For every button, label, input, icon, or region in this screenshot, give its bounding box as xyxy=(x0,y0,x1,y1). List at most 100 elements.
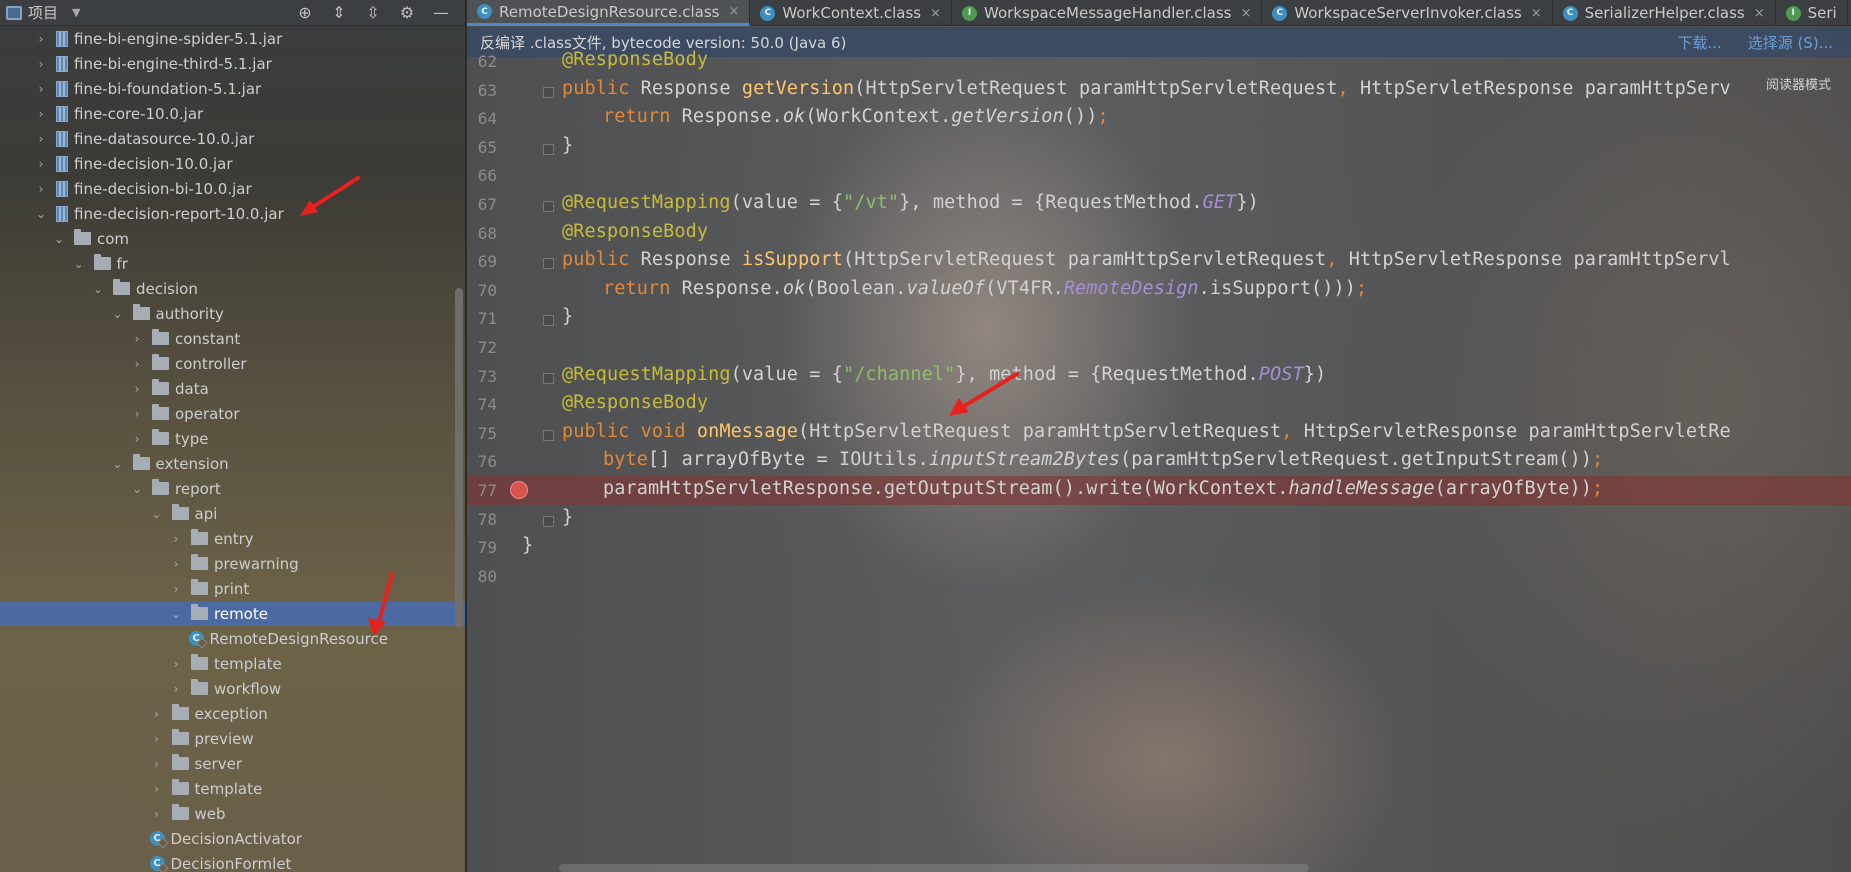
chevron-right-icon[interactable]: › xyxy=(150,707,164,721)
tree-item-decisionactivator[interactable]: ›CDecisionActivator xyxy=(0,826,465,851)
tree-item-server[interactable]: › server xyxy=(0,751,465,776)
tree-item-controller[interactable]: › controller xyxy=(0,351,465,376)
code-line[interactable]: paramHttpServletResponse.getOutputStream… xyxy=(603,478,1603,499)
project-scrollbar[interactable] xyxy=(455,288,463,628)
code-line[interactable]: public Response isSupport(HttpServletReq… xyxy=(562,249,1731,270)
code-line[interactable]: @RequestMapping(value = {"/vt"}, method … xyxy=(562,192,1259,213)
gear-icon[interactable]: ⚙ xyxy=(397,3,417,23)
chevron-down-icon[interactable]: ⌄ xyxy=(111,457,125,471)
chevron-right-icon[interactable]: › xyxy=(34,32,48,46)
code-line[interactable]: @ResponseBody xyxy=(562,392,708,413)
chevron-down-icon[interactable]: ⌄ xyxy=(111,307,125,321)
close-icon[interactable]: × xyxy=(1240,6,1251,21)
tree-item-authority[interactable]: ⌄ authority xyxy=(0,301,465,326)
code-line[interactable]: public void onMessage(HttpServletRequest… xyxy=(562,421,1731,442)
chevron-right-icon[interactable]: › xyxy=(34,132,48,146)
tree-item-print[interactable]: › print xyxy=(0,576,465,601)
close-icon[interactable]: × xyxy=(1531,6,1542,21)
chevron-right-icon[interactable]: › xyxy=(169,682,183,696)
horizontal-scrollbar[interactable] xyxy=(559,864,1309,872)
collapse-all-icon[interactable]: ⇳ xyxy=(363,3,383,23)
tree-item-fine-datasource-10-0-jar[interactable]: › fine-datasource-10.0.jar xyxy=(0,126,465,151)
chevron-right-icon[interactable]: › xyxy=(130,407,144,421)
chevron-down-icon[interactable]: ⌄ xyxy=(169,607,183,621)
tree-item-fine-bi-engine-spider-5-1-jar[interactable]: › fine-bi-engine-spider-5.1.jar xyxy=(0,26,465,51)
tree-item-com[interactable]: ⌄ com xyxy=(0,226,465,251)
tab-seri[interactable]: I Seri xyxy=(1776,0,1848,26)
code-line[interactable]: @ResponseBody xyxy=(562,49,708,70)
code-line[interactable]: byte[] arrayOfByte = IOUtils.inputStream… xyxy=(603,449,1603,470)
chevron-right-icon[interactable]: › xyxy=(150,782,164,796)
fold-marker-icon[interactable] xyxy=(543,315,554,327)
tree-item-fr[interactable]: ⌄ fr xyxy=(0,251,465,276)
tab-remotedesignresource-class[interactable]: C RemoteDesignResource.class × xyxy=(467,0,751,26)
code-line[interactable]: return Response.ok(Boolean.valueOf(VT4FR… xyxy=(603,278,1367,299)
tree-item-template[interactable]: › template xyxy=(0,651,465,676)
fold-marker-icon[interactable] xyxy=(543,372,554,384)
tree-item-fine-decision-10-0-jar[interactable]: › fine-decision-10.0.jar xyxy=(0,151,465,176)
tree-item-operator[interactable]: › operator xyxy=(0,401,465,426)
tree-item-api[interactable]: ⌄ api xyxy=(0,501,465,526)
chevron-down-icon[interactable]: ⌄ xyxy=(52,232,66,246)
choose-source-link[interactable]: 选择源 (S)... xyxy=(1748,32,1833,53)
code-line[interactable]: } xyxy=(562,135,573,156)
tab-workspacemessagehandler-class[interactable]: I WorkspaceMessageHandler.class × xyxy=(952,0,1263,26)
code-line[interactable]: @RequestMapping(value = {"/channel"}, me… xyxy=(562,364,1326,385)
chevron-right-icon[interactable]: › xyxy=(34,157,48,171)
close-icon[interactable]: × xyxy=(728,4,739,19)
code-line[interactable]: } xyxy=(522,535,533,556)
chevron-down-icon[interactable]: ⌄ xyxy=(34,207,48,221)
tab-serializerhelper-class[interactable]: C SerializerHelper.class × xyxy=(1553,0,1776,26)
chevron-right-icon[interactable]: › xyxy=(34,57,48,71)
tree-item-prewarning[interactable]: › prewarning xyxy=(0,551,465,576)
project-title[interactable]: 项目 xyxy=(28,2,58,23)
chevron-right-icon[interactable]: › xyxy=(150,757,164,771)
download-link[interactable]: 下载... xyxy=(1677,32,1721,53)
tree-item-remote[interactable]: ⌄ remote xyxy=(0,601,465,626)
reader-mode-button[interactable]: 阅读器模式 xyxy=(1766,74,1831,93)
expand-all-icon[interactable]: ⇕ xyxy=(329,3,349,23)
chevron-right-icon[interactable]: › xyxy=(150,732,164,746)
chevron-down-icon[interactable]: ⌄ xyxy=(130,482,144,496)
tree-item-constant[interactable]: › constant xyxy=(0,326,465,351)
code-line[interactable]: return Response.ok(WorkContext.getVersio… xyxy=(603,106,1109,127)
chevron-right-icon[interactable]: › xyxy=(130,332,144,346)
fold-marker-icon[interactable] xyxy=(543,143,554,155)
tab-workcontext-class[interactable]: C WorkContext.class × xyxy=(750,0,953,26)
tree-item-fine-bi-foundation-5-1-jar[interactable]: › fine-bi-foundation-5.1.jar xyxy=(0,76,465,101)
tab-workspaceserverinvoker-class[interactable]: C WorkspaceServerInvoker.class × xyxy=(1262,0,1553,26)
tree-item-entry[interactable]: › entry xyxy=(0,526,465,551)
fold-marker-icon[interactable] xyxy=(543,201,554,212)
chevron-right-icon[interactable]: › xyxy=(169,532,183,546)
tree-item-decision[interactable]: ⌄ decision xyxy=(0,276,465,301)
chevron-right-icon[interactable]: › xyxy=(169,657,183,671)
chevron-down-icon[interactable]: ▼ xyxy=(72,6,80,19)
tree-item-data[interactable]: › data xyxy=(0,376,465,401)
code-line[interactable]: } xyxy=(562,306,573,327)
fold-marker-icon[interactable] xyxy=(543,429,554,441)
tree-item-template[interactable]: › template xyxy=(0,776,465,801)
tree-item-preview[interactable]: › preview xyxy=(0,726,465,751)
fold-marker-icon[interactable] xyxy=(543,258,554,270)
chevron-right-icon[interactable]: › xyxy=(130,357,144,371)
code-line[interactable]: } xyxy=(562,507,573,528)
chevron-right-icon[interactable]: › xyxy=(150,807,164,821)
close-icon[interactable]: × xyxy=(1754,6,1765,21)
breakpoint-icon[interactable] xyxy=(510,481,528,499)
chevron-right-icon[interactable]: › xyxy=(130,432,144,446)
chevron-right-icon[interactable]: › xyxy=(34,107,48,121)
chevron-right-icon[interactable]: › xyxy=(130,382,144,396)
tree-item-type[interactable]: › type xyxy=(0,426,465,451)
close-icon[interactable]: × xyxy=(930,6,941,21)
chevron-down-icon[interactable]: ⌄ xyxy=(150,507,164,521)
tree-item-fine-decision-bi-10-0-jar[interactable]: › fine-decision-bi-10.0.jar xyxy=(0,176,465,201)
chevron-right-icon[interactable]: › xyxy=(169,557,183,571)
editor-gutter[interactable]: 62 63 64 65 66 67 68 69 70 71 72 73 74 75 76 77 78 79 80 xyxy=(467,52,554,872)
chevron-right-icon[interactable]: › xyxy=(34,182,48,196)
tree-item-fine-decision-report-10-0-jar[interactable]: ⌄ fine-decision-report-10.0.jar xyxy=(0,201,465,226)
tree-item-workflow[interactable]: › workflow xyxy=(0,676,465,701)
tree-item-report[interactable]: ⌄ report xyxy=(0,476,465,501)
tree-item-web[interactable]: › web xyxy=(0,801,465,826)
tree-item-remotedesignresource[interactable]: ›CRemoteDesignResource xyxy=(0,626,465,651)
fold-marker-icon[interactable] xyxy=(543,86,554,98)
